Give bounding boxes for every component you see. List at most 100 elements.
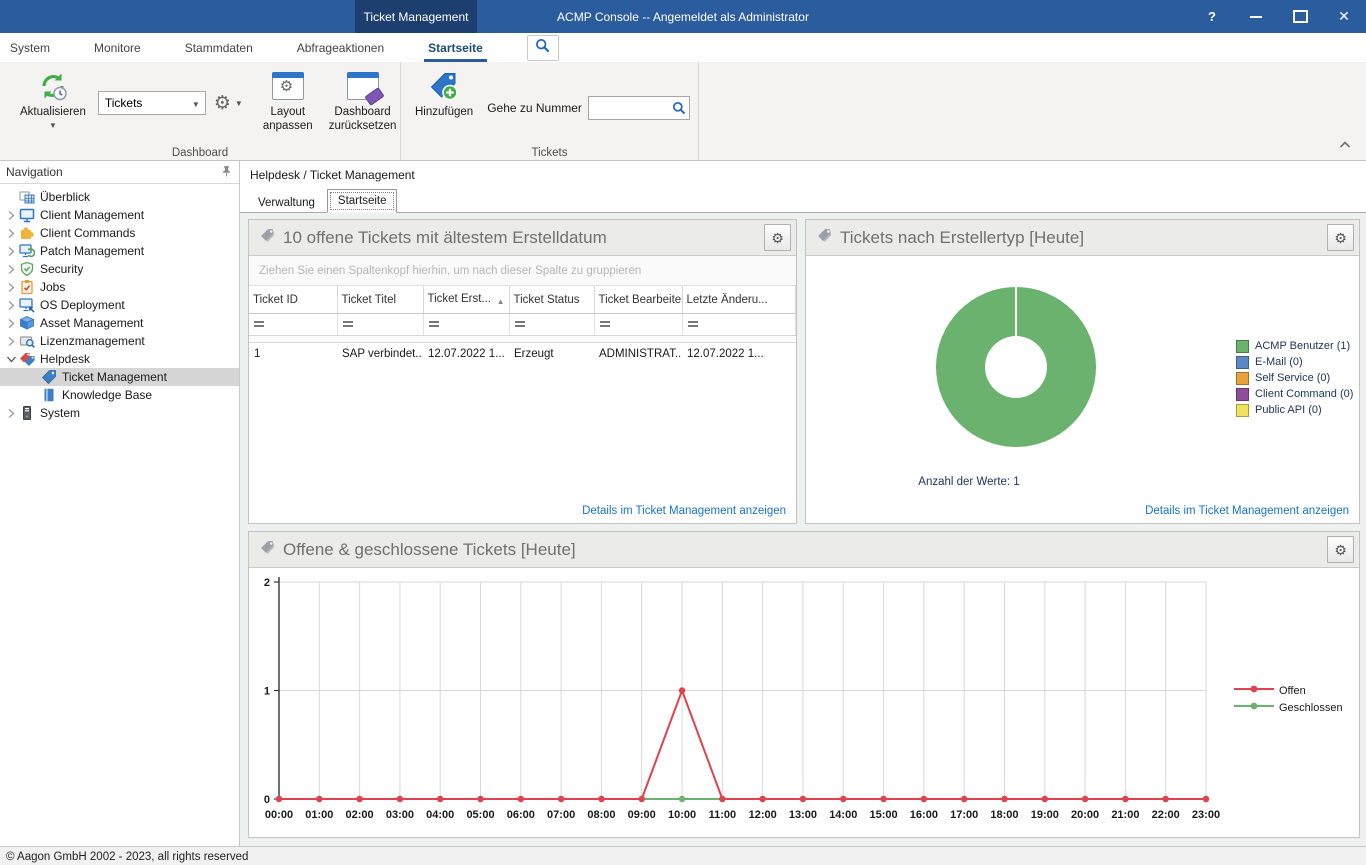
sidebar-item-os-deployment[interactable]: OS Deployment: [0, 296, 239, 314]
cell: 1: [249, 343, 337, 365]
tab-verwaltung[interactable]: Verwaltung: [248, 193, 325, 213]
overview-icon: [18, 189, 36, 205]
sidebar-item-label: Client Management: [40, 208, 144, 222]
sidebar-item-label: Lizenzmanagement: [40, 334, 145, 348]
add-ticket-button[interactable]: Hinzufügen: [411, 67, 477, 122]
filter-cell-ticket-erst[interactable]: [423, 314, 509, 336]
chevron-right-icon[interactable]: [4, 210, 18, 221]
tab-startseite[interactable]: Startseite: [327, 189, 398, 213]
sidebar-item-lizenzmanagement[interactable]: Lizenzmanagement: [0, 332, 239, 350]
chevron-down-icon: ▼: [192, 100, 200, 109]
chevron-right-icon[interactable]: [4, 282, 18, 293]
column-header-ticket-erst[interactable]: Ticket Erst...▲: [423, 286, 509, 314]
help-button[interactable]: ?: [1190, 0, 1234, 33]
cell: SAP verbindet...: [337, 343, 423, 365]
sidebar-item-label: Überblick: [40, 190, 90, 204]
chevron-right-icon[interactable]: [4, 408, 18, 419]
chevron-right-icon[interactable]: [4, 228, 18, 239]
legend-item-acmp-benutzer[interactable]: ACMP Benutzer (1): [1236, 338, 1353, 354]
layout-adjust-button[interactable]: ⚙ Layout anpassen: [259, 67, 317, 136]
system-icon: [18, 405, 36, 421]
panel-settings-button[interactable]: ⚙: [1327, 536, 1354, 563]
svg-text:15:00: 15:00: [869, 809, 897, 821]
legend-item-self-service[interactable]: Self Service (0): [1236, 370, 1353, 386]
chevron-down-icon[interactable]: [4, 355, 18, 364]
donut-summary: Anzahl der Werte: 1: [844, 476, 1094, 488]
pin-icon[interactable]: [220, 164, 233, 181]
filter-cell-ticket-status[interactable]: [509, 314, 594, 336]
sidebar-item-patch-management[interactable]: Patch Management: [0, 242, 239, 260]
main-content: Helpdesk / Ticket Management VerwaltungS…: [240, 161, 1366, 846]
menu-tab-monitore[interactable]: Monitore: [84, 33, 151, 62]
panel-tickets-by-creator: Tickets nach Erstellertyp [Heute] ⚙ ACMP…: [805, 219, 1360, 524]
sidebar-item-client-commands[interactable]: Client Commands: [0, 224, 239, 242]
ribbon-search-button[interactable]: [527, 35, 559, 61]
donut-legend: ACMP Benutzer (1) E-Mail (0) Self Service …: [1236, 338, 1353, 418]
filter-cell-ticket-bearbeiter[interactable]: [594, 314, 682, 336]
sidebar-item-ticket-management[interactable]: Ticket Management: [0, 368, 239, 386]
legend-item-geschlossen[interactable]: Geschlossen: [1234, 699, 1343, 716]
column-header-ticket-status[interactable]: Ticket Status: [509, 286, 594, 314]
details-link[interactable]: Details im Ticket Management anzeigen: [1145, 505, 1349, 517]
column-header-letzte-nderu[interactable]: Letzte Änderu...: [682, 286, 796, 314]
collapse-ribbon-button[interactable]: [1338, 136, 1352, 154]
menu-tab-system[interactable]: System: [0, 33, 60, 62]
legend-item-client-command[interactable]: Client Command (0): [1236, 386, 1353, 402]
sidebar-item-asset-management[interactable]: Asset Management: [0, 314, 239, 332]
refresh-button[interactable]: Aktualisieren ▼: [16, 67, 90, 132]
svg-text:11:00: 11:00: [709, 809, 737, 821]
line-chart-body: 01200:0001:0002:0003:0004:0005:0006:0007…: [249, 568, 1359, 836]
legend-swatch: [1236, 340, 1249, 353]
statusbar: © Aagon GmbH 2002 - 2023, all rights res…: [0, 846, 1366, 865]
license-management-icon: [18, 333, 36, 349]
legend-label: Self Service (0): [1255, 372, 1330, 384]
group-by-hint[interactable]: Ziehen Sie einen Spaltenkopf hierhin, um…: [249, 256, 796, 286]
helpdesk-icon: [18, 351, 36, 367]
filter-cell-letzte-nderu[interactable]: [682, 314, 796, 336]
filter-cell-ticket-titel[interactable]: [337, 314, 423, 336]
search-icon[interactable]: [672, 101, 686, 120]
chevron-right-icon[interactable]: [4, 264, 18, 275]
legend-item-public-api[interactable]: Public API (0): [1236, 402, 1353, 418]
menu-tab-startseite[interactable]: Startseite: [418, 33, 493, 62]
maximize-button[interactable]: [1278, 0, 1322, 33]
sidebar-item-helpdesk[interactable]: Helpdesk: [0, 350, 239, 368]
titlebar-app-tab[interactable]: Ticket Management: [355, 0, 477, 33]
legend-item-offen[interactable]: Offen: [1234, 682, 1343, 699]
chevron-right-icon[interactable]: [4, 318, 18, 329]
dashboard-select[interactable]: Tickets ▼: [98, 91, 206, 115]
sidebar-item-knowledge-base[interactable]: Knowledge Base: [0, 386, 239, 404]
column-header-ticket-bearbeiter[interactable]: Ticket Bearbeiter: [594, 286, 682, 314]
details-link[interactable]: Details im Ticket Management anzeigen: [582, 505, 786, 517]
minimize-button[interactable]: [1234, 0, 1278, 33]
menu-tab-abfrageaktionen[interactable]: Abfrageaktionen: [287, 33, 394, 62]
sidebar-item-client-management[interactable]: Client Management: [0, 206, 239, 224]
dashboard-settings-button[interactable]: ⚙ ▼: [214, 94, 243, 113]
goto-number-input[interactable]: [591, 98, 671, 118]
svg-text:01:00: 01:00: [305, 809, 333, 821]
menu-tab-stammdaten[interactable]: Stammdaten: [175, 33, 263, 62]
dashboard-reset-button[interactable]: Dashboard zurücksetzen: [325, 67, 401, 136]
close-button[interactable]: ✕: [1322, 0, 1366, 33]
panel-settings-button[interactable]: ⚙: [764, 224, 791, 251]
sidebar-item-jobs[interactable]: Jobs: [0, 278, 239, 296]
sidebar-item-system[interactable]: System: [0, 404, 239, 422]
refresh-icon: [37, 69, 69, 103]
column-header-ticket-titel[interactable]: Ticket Titel: [337, 286, 423, 314]
legend-label: E-Mail (0): [1255, 356, 1303, 368]
chevron-right-icon[interactable]: [4, 246, 18, 257]
sidebar-item-security[interactable]: Security: [0, 260, 239, 278]
chevron-right-icon[interactable]: [4, 336, 18, 347]
sidebar-item-berblick[interactable]: Überblick: [0, 188, 239, 206]
panel-settings-button[interactable]: ⚙: [1327, 224, 1354, 251]
filter-equals-icon: [600, 319, 610, 329]
panel-title: Offene & geschlossene Tickets [Heute]: [283, 540, 1327, 560]
chevron-right-icon[interactable]: [4, 300, 18, 311]
svg-text:05:00: 05:00: [466, 809, 494, 821]
column-header-ticket-id[interactable]: Ticket ID: [249, 286, 337, 314]
table-row[interactable]: 1SAP verbindet...12.07.2022 1...ErzeugtA…: [249, 343, 796, 365]
line-chart: 01200:0001:0002:0003:0004:0005:0006:0007…: [249, 568, 1357, 839]
svg-text:02:00: 02:00: [346, 809, 374, 821]
legend-item-e-mail[interactable]: E-Mail (0): [1236, 354, 1353, 370]
filter-cell-ticket-id[interactable]: [249, 314, 337, 336]
